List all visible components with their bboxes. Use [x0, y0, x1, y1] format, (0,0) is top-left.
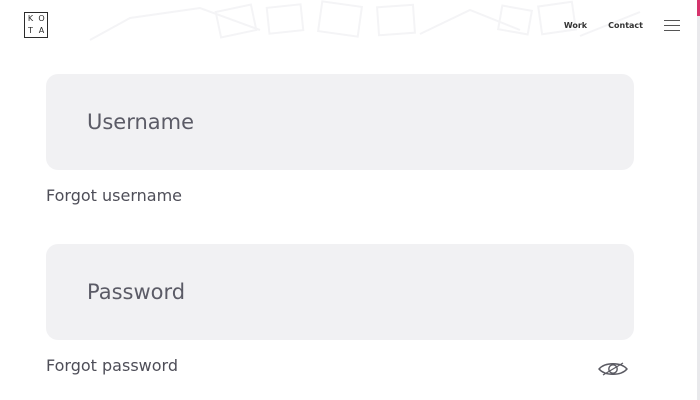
logo-letter: O [38, 14, 45, 23]
hamburger-menu-icon[interactable] [664, 20, 680, 31]
username-input[interactable] [87, 110, 634, 134]
username-field[interactable] [46, 74, 634, 170]
logo-letter: K [27, 14, 34, 23]
logo-letter: T [28, 26, 33, 35]
login-page: K O T A Work Contact Forgot username For… [0, 0, 700, 400]
forgot-username-link[interactable]: Forgot username [46, 186, 182, 205]
forgot-password-link[interactable]: Forgot password [46, 356, 178, 375]
logo-letter: A [38, 26, 45, 35]
password-input[interactable] [87, 280, 634, 304]
top-navigation: Work Contact [564, 20, 680, 31]
nav-link-work[interactable]: Work [564, 21, 587, 30]
eye-icon[interactable] [597, 361, 629, 377]
password-field[interactable] [46, 244, 634, 340]
nav-link-contact[interactable]: Contact [608, 21, 643, 30]
kota-logo[interactable]: K O T A [24, 12, 48, 38]
